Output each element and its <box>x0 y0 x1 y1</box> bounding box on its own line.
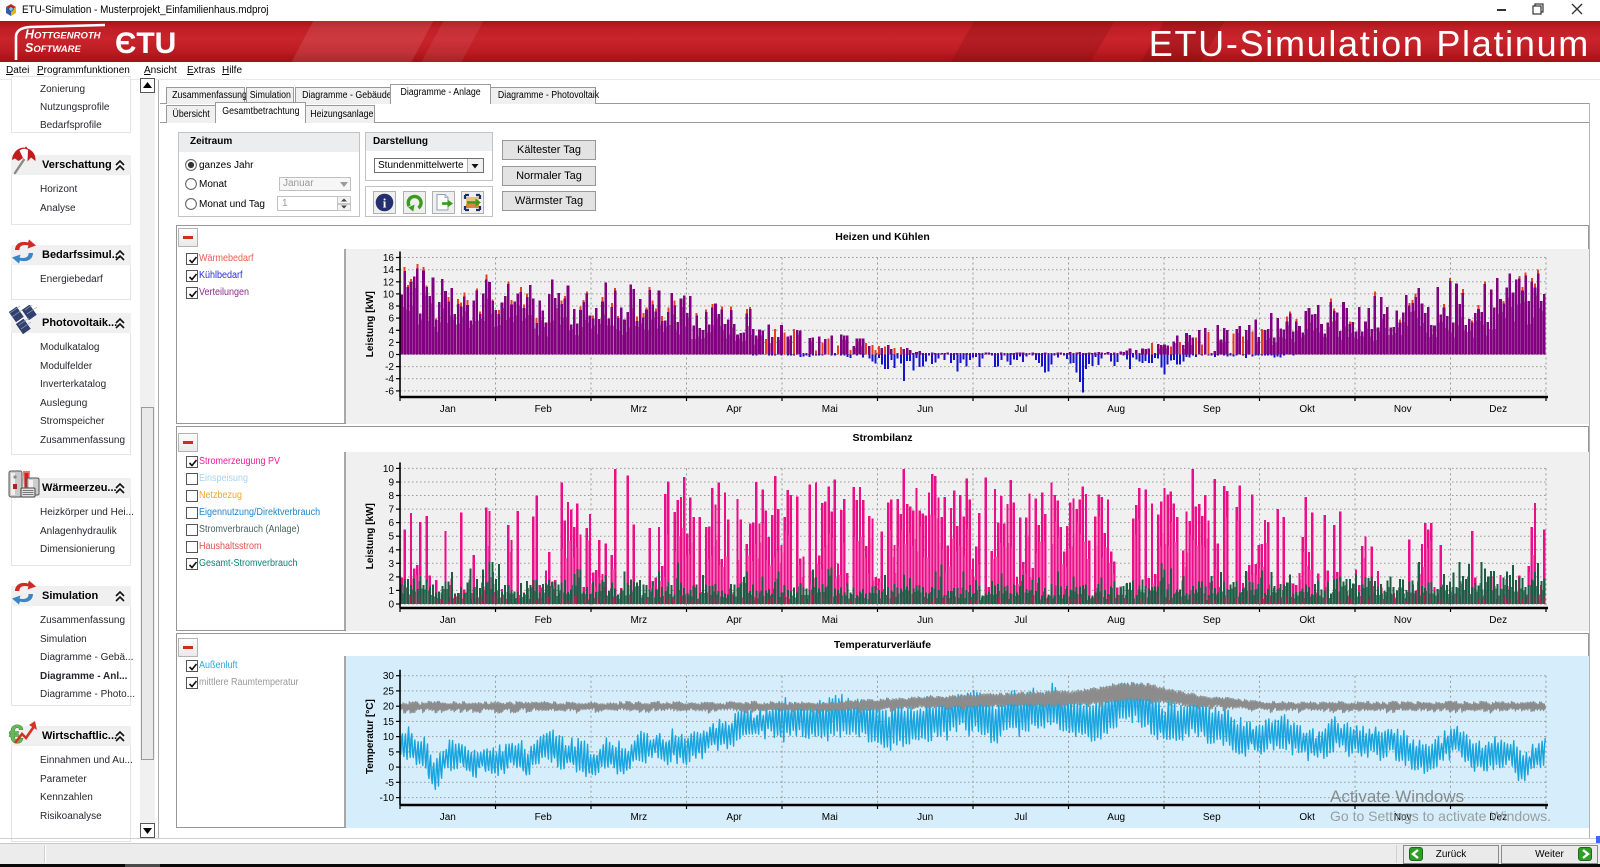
svg-text:Jan: Jan <box>440 404 456 415</box>
svg-text:Jul: Jul <box>1014 812 1027 823</box>
svg-text:9: 9 <box>388 478 394 489</box>
svg-text:Nov: Nov <box>1394 404 1412 415</box>
svg-text:10: 10 <box>383 464 395 475</box>
svg-text:Jul: Jul <box>1014 615 1027 626</box>
svg-text:Jun: Jun <box>917 404 933 415</box>
svg-text:14: 14 <box>383 265 395 276</box>
svg-text:5: 5 <box>388 747 394 758</box>
svg-text:Okt: Okt <box>1299 812 1315 823</box>
svg-text:Temperatur [°C]: Temperatur [°C] <box>365 699 376 774</box>
svg-text:Jul: Jul <box>1014 404 1027 415</box>
svg-text:-10: -10 <box>380 793 395 804</box>
svg-text:Feb: Feb <box>535 404 553 415</box>
svg-text:4: 4 <box>388 326 394 337</box>
svg-text:Sep: Sep <box>1203 404 1221 415</box>
svg-text:6: 6 <box>388 314 394 325</box>
svg-text:4: 4 <box>388 545 394 556</box>
svg-text:Sep: Sep <box>1203 615 1221 626</box>
svg-text:Aug: Aug <box>1107 812 1125 823</box>
svg-text:Mrz: Mrz <box>630 812 647 823</box>
svg-text:Feb: Feb <box>535 615 553 626</box>
svg-text:30: 30 <box>383 671 395 682</box>
svg-text:Jan: Jan <box>440 812 456 823</box>
svg-text:10: 10 <box>383 732 395 743</box>
svg-text:12: 12 <box>383 277 395 288</box>
svg-text:3: 3 <box>388 559 394 570</box>
svg-text:Jun: Jun <box>917 812 933 823</box>
svg-text:Apr: Apr <box>726 812 742 823</box>
svg-text:Aug: Aug <box>1107 404 1125 415</box>
svg-text:Nov: Nov <box>1394 615 1412 626</box>
svg-text:6: 6 <box>388 518 394 529</box>
svg-text:8: 8 <box>388 491 394 502</box>
svg-text:Mai: Mai <box>822 812 838 823</box>
svg-text:i: i <box>383 196 387 211</box>
svg-text:0: 0 <box>388 763 394 774</box>
svg-text:Mai: Mai <box>822 615 838 626</box>
svg-text:Okt: Okt <box>1299 404 1315 415</box>
svg-text:Dez: Dez <box>1489 615 1507 626</box>
svg-text:Apr: Apr <box>726 404 742 415</box>
svg-text:20: 20 <box>383 702 395 713</box>
svg-text:2: 2 <box>388 572 394 583</box>
svg-text:-6: -6 <box>385 386 394 397</box>
svg-text:0: 0 <box>388 600 394 611</box>
svg-text:Aug: Aug <box>1107 615 1125 626</box>
svg-text:Dez: Dez <box>1489 404 1507 415</box>
svg-text:7: 7 <box>388 505 394 516</box>
svg-text:Jan: Jan <box>440 615 456 626</box>
svg-text:25: 25 <box>383 686 395 697</box>
svg-text:10: 10 <box>383 289 395 300</box>
svg-text:0: 0 <box>388 350 394 361</box>
svg-text:-2: -2 <box>385 362 394 373</box>
svg-text:Mrz: Mrz <box>630 404 647 415</box>
svg-text:Mrz: Mrz <box>630 615 647 626</box>
svg-text:Feb: Feb <box>535 812 553 823</box>
svg-text:8: 8 <box>388 302 394 313</box>
svg-text:16: 16 <box>383 253 395 264</box>
svg-text:Sep: Sep <box>1203 812 1221 823</box>
svg-text:Leistung [kW]: Leistung [kW] <box>365 291 376 357</box>
svg-text:-4: -4 <box>385 374 394 385</box>
svg-text:Apr: Apr <box>726 615 742 626</box>
svg-text:-5: -5 <box>385 778 394 789</box>
svg-text:Jun: Jun <box>917 615 933 626</box>
svg-text:5: 5 <box>388 532 394 543</box>
svg-text:Okt: Okt <box>1299 615 1315 626</box>
svg-text:Mai: Mai <box>822 404 838 415</box>
svg-text:15: 15 <box>383 717 395 728</box>
svg-text:2: 2 <box>388 338 394 349</box>
svg-text:1: 1 <box>388 586 394 597</box>
svg-text:Leistung [kW]: Leistung [kW] <box>365 503 376 569</box>
